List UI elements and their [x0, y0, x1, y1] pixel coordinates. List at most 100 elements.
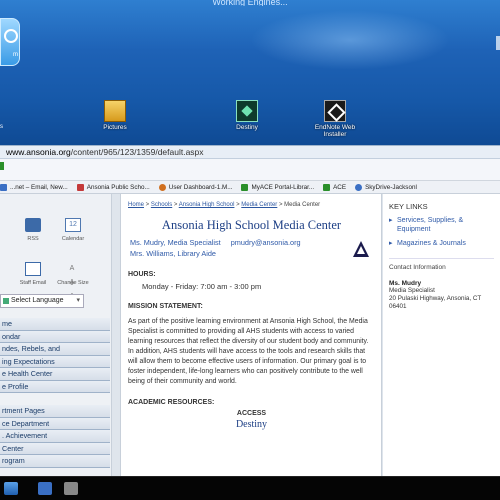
calendar-link[interactable]: 12 Calendar — [56, 218, 90, 242]
resources-heading: ACADEMIC RESOURCES: — [128, 399, 215, 406]
url-path: /content/965/123/1359/default.aspx — [70, 147, 204, 157]
access-label: ACCESS — [236, 410, 267, 417]
favorite-link[interactable]: User Dashboard-1.M... — [158, 183, 233, 191]
destiny-icon — [236, 100, 258, 122]
mission-heading: MISSION STATEMENT: — [128, 303, 203, 310]
breadcrumb: Home > Schools > Ansonia High School > M… — [128, 202, 321, 208]
favorite-icon — [158, 183, 166, 191]
destiny-link[interactable]: Destiny — [128, 419, 375, 430]
desktop-icon-endnote[interactable]: EndNote Web Installer — [305, 100, 365, 138]
calendar-label: Calendar — [61, 236, 85, 242]
favorite-icon — [241, 183, 249, 191]
contact-address: 20 Pulaski Highway, Ansonia, CT 06401 — [389, 295, 482, 310]
favorite-link[interactable]: MyACE Portal-Librar... — [241, 183, 315, 191]
browser-toolbar — [0, 159, 500, 181]
hours-heading: HOURS: — [128, 271, 156, 278]
mail-icon — [25, 262, 41, 276]
favorite-link[interactable]: ...net – Email, New... — [0, 183, 68, 191]
side-menu-item[interactable]: rogram — [0, 455, 110, 468]
contact-title: Media Specialist — [389, 287, 435, 294]
favorite-label: MyACE Portal-Librar... — [251, 183, 315, 191]
favorite-label: SkyDrive-Jacksonl — [365, 183, 417, 191]
desktop-banner-text: Working Engines... — [212, 0, 288, 6]
desktop-background: Working Engines... m Pictures Destiny En… — [0, 0, 500, 145]
contact-name: Ms. Mudry — [389, 280, 422, 287]
breadcrumb-media-center[interactable]: Media Center — [241, 202, 277, 208]
desktop-edge-widget — [496, 36, 500, 50]
taskbar-app-icon[interactable] — [64, 482, 78, 495]
contact-heading: Contact Information — [389, 258, 494, 271]
favorite-label: User Dashboard-1.M... — [168, 183, 233, 191]
side-menu-item[interactable]: me — [0, 318, 110, 331]
side-menu-item[interactable]: ondar — [0, 330, 110, 343]
side-menu-item[interactable]: ndes, Rebels, and — [0, 343, 110, 356]
breadcrumb-home[interactable]: Home — [128, 202, 144, 208]
calendar-icon: 12 — [65, 218, 81, 232]
breadcrumb-schools[interactable]: Schools — [151, 202, 172, 208]
side-menu-item[interactable]: e Profile — [0, 380, 110, 393]
favorite-icon — [0, 183, 7, 191]
favorite-link[interactable]: SkyDrive-Jacksonl — [355, 183, 417, 191]
translate-icon — [3, 298, 9, 304]
staff-email-link[interactable]: pmudry@ansonia.org — [231, 238, 301, 247]
favorite-label: ...net – Email, New... — [10, 183, 68, 191]
staff-email-label: Staff Email — [19, 280, 47, 286]
rss-icon — [25, 218, 41, 232]
favorites-bar: ...net – Email, New... Ansonia Public Sc… — [0, 181, 500, 194]
school-logo-icon — [351, 239, 371, 259]
big-icon-label: m — [13, 52, 18, 58]
desktop-icon-label: Pictures — [103, 124, 127, 131]
main-content: Home > Schools > Ansonia High School > M… — [120, 194, 382, 476]
staff-specialist: Ms. Mudry, Media Specialist — [130, 238, 221, 247]
page-title: Ansonia High School Media Center — [161, 218, 342, 232]
language-label: Select Language — [11, 297, 64, 304]
change-size-label: Change Size — [57, 280, 89, 286]
favorite-link[interactable]: Ansonia Public Scho... — [76, 183, 150, 191]
taskbar — [0, 476, 500, 500]
tab-indicator[interactable] — [0, 162, 10, 170]
hours-text: Monday - Friday: 7:00 am - 3:00 pm — [142, 282, 262, 291]
desktop-icon-label: Destiny — [236, 124, 258, 131]
side-menu-item[interactable]: Center — [0, 442, 110, 455]
rss-label: RSS — [27, 236, 39, 242]
change-size-link[interactable]: A A A Change Size — [56, 262, 90, 300]
staff-aide: Mrs. Williams, Library Aide — [130, 249, 216, 258]
breadcrumb-high-school[interactable]: Ansonia High School — [179, 202, 235, 208]
folder-icon — [104, 100, 126, 122]
staff-block: Ms. Mudry, Media Specialist pmudry@ansoni… — [128, 237, 375, 259]
address-bar[interactable]: www.ansonia.org/content/965/123/1359/def… — [0, 145, 500, 159]
favorite-label: Ansonia Public Scho... — [86, 183, 150, 191]
network-icon[interactable] — [0, 18, 20, 66]
desktop-icon-destiny[interactable]: Destiny — [217, 100, 277, 131]
text-size-icon: A A A — [69, 265, 77, 300]
side-menu: me ondar ndes, Rebels, and ing Expectati… — [0, 318, 110, 468]
left-navigation: RSS 12 Calendar Staff Email A A A Change… — [0, 194, 112, 476]
language-select[interactable]: Select Language ▾ — [0, 294, 84, 308]
endnote-icon — [324, 100, 346, 122]
side-menu-item[interactable]: e Health Center — [0, 368, 110, 381]
chevron-down-icon: ▾ — [76, 297, 80, 304]
start-icon[interactable] — [4, 482, 18, 495]
favorite-link[interactable]: ACE — [323, 183, 347, 191]
breadcrumb-current: Media Center — [284, 202, 321, 208]
mission-text: As part of the positive learning environ… — [128, 318, 369, 385]
key-links-heading: KEY LINKS — [389, 202, 428, 211]
key-link-magazines[interactable]: Magazines & Journals — [389, 239, 494, 248]
side-menu-item[interactable]: ce Department — [0, 417, 110, 430]
favorite-label: ACE — [333, 183, 347, 191]
side-menu-item[interactable]: rtment Pages — [0, 405, 110, 418]
favorite-icon — [323, 183, 331, 191]
right-sidebar: KEY LINKS Services, Supplies, & Equipmen… — [383, 194, 500, 476]
side-menu-item[interactable]: . Achievement — [0, 430, 110, 443]
desktop-icon-pictures[interactable]: Pictures — [85, 100, 145, 131]
staff-email-link[interactable]: Staff Email — [16, 262, 50, 286]
desktop-icon-label: EndNote Web Installer — [314, 124, 356, 138]
rss-link[interactable]: RSS — [16, 218, 50, 242]
desktop-edge-text: s — [0, 124, 3, 130]
side-menu-item[interactable]: ing Expectations — [0, 355, 110, 368]
address-url[interactable]: www.ansonia.org/content/965/123/1359/def… — [0, 147, 204, 157]
key-link-services[interactable]: Services, Supplies, & Equipment — [389, 216, 494, 234]
favorite-icon — [355, 183, 363, 191]
taskbar-app-icon[interactable] — [38, 482, 52, 495]
favorite-icon — [76, 183, 84, 191]
